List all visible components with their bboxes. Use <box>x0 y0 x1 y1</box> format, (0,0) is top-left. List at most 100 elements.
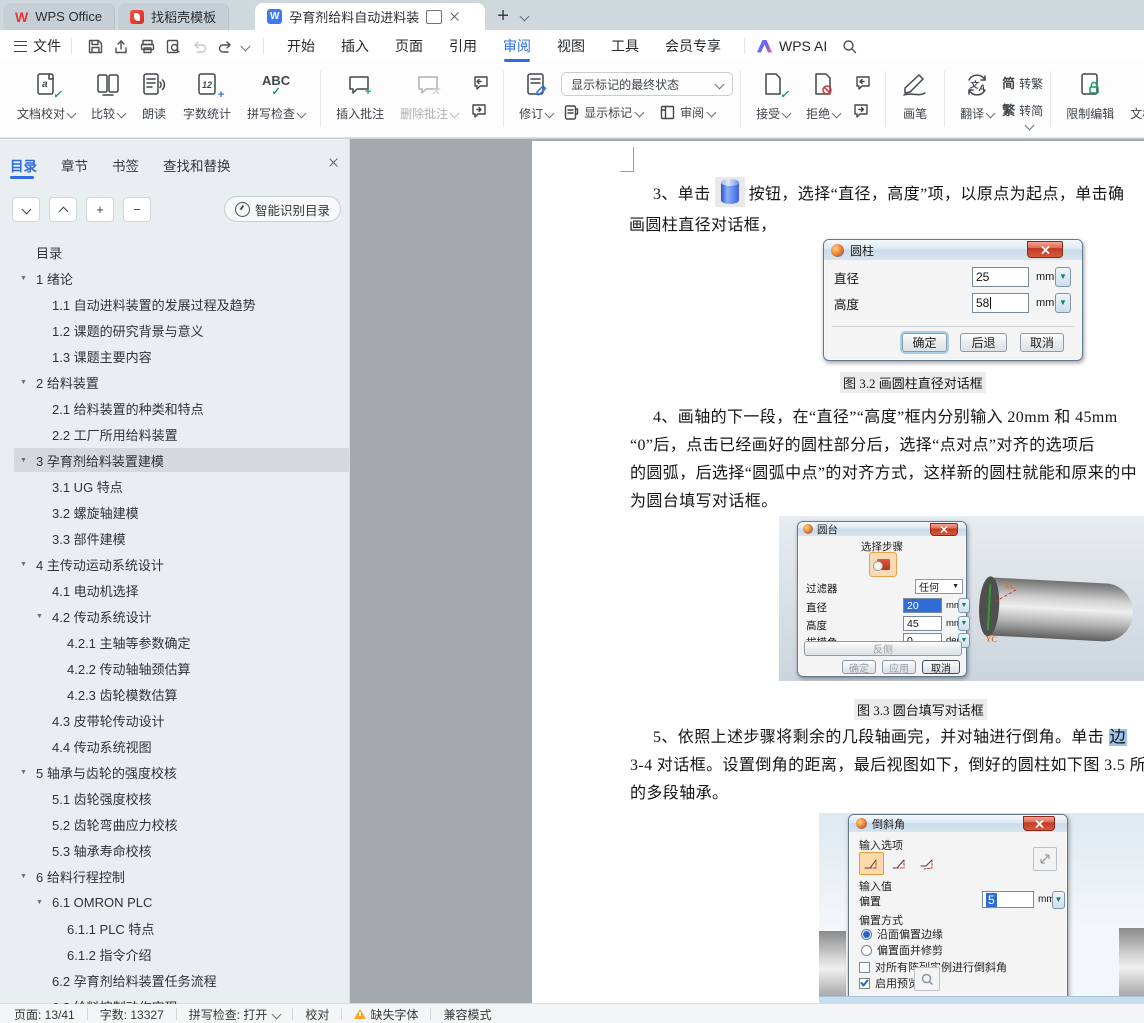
proofread-status-button[interactable]: 校对 <box>293 1006 341 1023</box>
review-pane-button[interactable]: 审阅 <box>659 104 717 121</box>
toc-item[interactable]: ▼ 4.2 传动系统设计 <box>0 603 349 629</box>
document-page[interactable]: 3、单击 按钮，选择“直径，高度”项，以原点为起点，单击确 画圆柱直径对话框， … <box>532 141 1144 1004</box>
toc-item[interactable]: ▼ 4.2.3 齿轮模数估算 <box>0 681 349 707</box>
toc-item[interactable]: ▼ 1.3 课题主要内容 <box>0 343 349 369</box>
compare-button[interactable]: 比较 <box>83 71 133 122</box>
sidebar-tab[interactable]: 章节 <box>61 149 88 181</box>
toc-item[interactable]: ▼ 6.1 OMRON PLC <box>0 889 349 915</box>
toc-item[interactable]: ▼ 3 孕育剂给料装置建模 <box>0 447 349 473</box>
toc-item[interactable]: ▼ 5.3 轴承寿命校核 <box>0 837 349 863</box>
spellcheck-toggle[interactable]: 拼写检查: 打开 <box>177 1006 293 1023</box>
toc-item[interactable]: ▼ 1.1 自动进料装置的发展过程及趋势 <box>0 291 349 317</box>
delete-comment-button[interactable]: ✕ 删除批注 <box>392 71 466 122</box>
toc-item[interactable]: ▼ 4.2.1 主轴等参数确定 <box>0 629 349 655</box>
undo-button[interactable] <box>187 35 211 57</box>
markup-state-dropdown[interactable]: 显示标记的最终状态 <box>561 72 734 96</box>
menu-item[interactable]: 视图 <box>544 30 598 62</box>
previous-comment-icon[interactable] <box>468 73 492 93</box>
sidebar-tab[interactable]: 书签 <box>112 149 139 181</box>
collapse-all-button[interactable] <box>49 197 77 222</box>
toc-item[interactable]: ▼ 6 给料行程控制 <box>0 863 349 889</box>
print-preview-button[interactable] <box>161 35 185 57</box>
spell-check-button[interactable]: ABC ✓ 拼写检查 <box>239 71 313 122</box>
toc-expand-icon[interactable]: ▼ <box>20 873 36 880</box>
toc-expand-icon[interactable]: ▼ <box>20 457 36 464</box>
toc-expand-icon[interactable]: ▼ <box>36 899 52 906</box>
proofread-button[interactable]: a ✓ 文档校对 <box>9 71 83 122</box>
toc-item[interactable]: ▼ 1 绪论 <box>0 265 349 291</box>
tab-docer-template[interactable]: 找稻壳模板 <box>118 3 230 30</box>
toc-expand-icon[interactable]: ▼ <box>20 275 36 282</box>
toc-item[interactable]: ▼ 6.1.1 PLC 特点 <box>0 915 349 941</box>
toc-item[interactable]: ▼ 5.2 齿轮弯曲应力校核 <box>0 811 349 837</box>
word-count-button[interactable]: 12 + 字数统计 <box>175 71 239 122</box>
toc-expand-icon[interactable]: ▼ <box>20 561 36 568</box>
toc-expand-icon[interactable]: ▼ <box>36 613 52 620</box>
menu-item[interactable]: 插入 <box>328 30 382 62</box>
close-sidebar-icon[interactable] <box>328 157 339 168</box>
zoom-in-toc-button[interactable]: + <box>86 197 114 222</box>
toc-item[interactable]: ▼ 目录 <box>0 239 349 265</box>
to-traditional-button[interactable]: 简 转繁 <box>1002 75 1043 92</box>
expand-all-button[interactable] <box>12 197 40 222</box>
export-button[interactable] <box>109 35 133 57</box>
pen-button[interactable]: 画笔 <box>893 71 937 122</box>
menu-item[interactable]: 会员专享 <box>652 30 734 62</box>
encrypt-document-button[interactable]: 文档加密 <box>1122 71 1144 122</box>
new-tab-button[interactable]: + <box>497 6 509 30</box>
toc-item[interactable]: ▼ 1.2 课题的研究背景与意义 <box>0 317 349 343</box>
insert-comment-button[interactable]: + 插入批注 <box>328 71 392 122</box>
translate-button[interactable]: 文 A 翻译 <box>952 71 1002 122</box>
quickbar-chevron-icon[interactable] <box>240 41 251 51</box>
toc-item[interactable]: ▼ 4.4 传动系统视图 <box>0 733 349 759</box>
next-change-icon[interactable] <box>850 101 874 121</box>
toc-item[interactable]: ▼ 4.2.2 传动轴轴颈估算 <box>0 655 349 681</box>
read-aloud-button[interactable]: 朗读 <box>133 71 175 122</box>
menu-item[interactable]: 开始 <box>274 30 328 62</box>
restrict-edit-button[interactable]: 限制编辑 <box>1058 71 1122 122</box>
toc-expand-icon[interactable]: ▼ <box>20 769 36 776</box>
smart-toc-button[interactable]: 智能识别目录 <box>223 196 341 222</box>
toc-item[interactable]: ▼ 4.1 电动机选择 <box>0 577 349 603</box>
show-markup-button[interactable]: 显示标记 <box>563 104 645 121</box>
toc-item[interactable]: ▼ 2.2 工厂所用给料装置 <box>0 421 349 447</box>
close-tab-icon[interactable] <box>449 11 460 22</box>
sidebar-tab[interactable]: 查找和替换 <box>163 149 231 181</box>
missing-font-warning[interactable]: 缺失字体 <box>342 1006 430 1023</box>
wps-ai-button[interactable]: WPS AI <box>757 38 827 54</box>
file-menu-button[interactable]: 文件 <box>14 36 61 56</box>
word-count-indicator[interactable]: 字数: 13327 <box>88 1006 176 1023</box>
menu-item[interactable]: 工具 <box>598 30 652 62</box>
previous-change-icon[interactable] <box>850 73 874 93</box>
menu-item[interactable]: 页面 <box>382 30 436 62</box>
toc-item[interactable]: ▼ 5 轴承与齿轮的强度校核 <box>0 759 349 785</box>
toc-item[interactable]: ▼ 4.3 皮带轮传动设计 <box>0 707 349 733</box>
next-comment-icon[interactable] <box>468 101 492 121</box>
redo-button[interactable] <box>213 35 237 57</box>
toc-item[interactable]: ▼ 2.1 给料装置的种类和特点 <box>0 395 349 421</box>
reject-button[interactable]: 拒绝 <box>798 71 848 122</box>
document-canvas[interactable]: 3、单击 按钮，选择“直径，高度”项，以原点为起点，单击确 画圆柱直径对话框， … <box>350 139 1144 1004</box>
to-simplified-button[interactable]: 繁 转简 <box>1002 102 1043 119</box>
save-button[interactable] <box>83 35 107 57</box>
track-changes-button[interactable]: 修订 <box>511 71 561 122</box>
toc-item[interactable]: ▼ 3.2 螺旋轴建模 <box>0 499 349 525</box>
toc-item[interactable]: ▼ 2 给料装置 <box>0 369 349 395</box>
menu-item[interactable]: 引用 <box>436 30 490 62</box>
sidebar-tab[interactable]: 目录 <box>10 149 37 181</box>
toc-item[interactable]: ▼ 4 主传动运动系统设计 <box>0 551 349 577</box>
zoom-out-toc-button[interactable]: − <box>123 197 151 222</box>
toc-expand-icon[interactable]: ▼ <box>20 379 36 386</box>
toc-item[interactable]: ▼ 6.1.2 指令介绍 <box>0 941 349 967</box>
toc-item[interactable]: ▼ 6.2 孕育剂给料装置任务流程 <box>0 967 349 993</box>
toc-item[interactable]: ▼ 3.1 UG 特点 <box>0 473 349 499</box>
menu-item[interactable]: 审阅 <box>490 30 544 62</box>
tab-document-active[interactable]: W 孕育剂给料自动进料装置设计 <box>255 3 486 30</box>
search-icon[interactable] <box>837 35 861 57</box>
pop-window-icon[interactable] <box>426 9 443 24</box>
accept-button[interactable]: ✓ 接受 <box>748 71 798 122</box>
toc-item[interactable]: ▼ 3.3 部件建模 <box>0 525 349 551</box>
tab-list-chevron-icon[interactable] <box>519 11 530 22</box>
print-button[interactable] <box>135 35 159 57</box>
tab-wps-home[interactable]: W WPS Office <box>3 3 116 30</box>
